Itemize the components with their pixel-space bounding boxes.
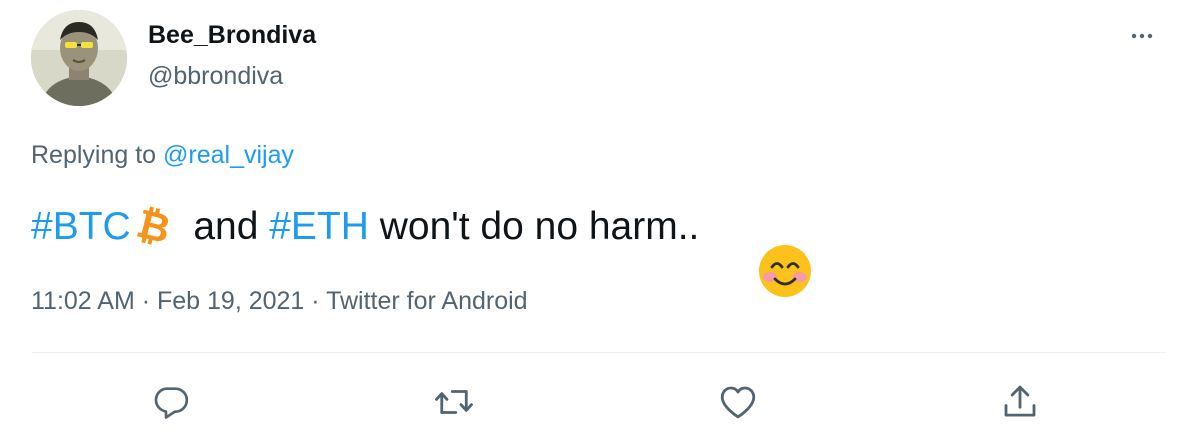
share-icon bbox=[1004, 385, 1036, 417]
tweet-text: #BTC ₿ and #ETH won't do no harm.. bbox=[31, 199, 811, 297]
hashtag-btc-link[interactable]: #BTC bbox=[31, 205, 131, 249]
tweet-source-link[interactable]: Twitter for Android bbox=[326, 287, 527, 315]
tweet-time[interactable]: 11:02 AM bbox=[31, 287, 135, 315]
reply-mention-link[interactable]: @real_vijay bbox=[163, 141, 294, 169]
tweet-text-mid: and bbox=[193, 205, 270, 248]
more-dots-icon bbox=[1131, 33, 1153, 39]
more-options-button[interactable] bbox=[1126, 22, 1158, 50]
avatar[interactable] bbox=[31, 10, 127, 106]
tweet-meta: 11:02 AM · Feb 19, 2021 · Twitter for An… bbox=[31, 287, 528, 316]
hashtag-eth-link[interactable]: #ETH bbox=[269, 205, 369, 249]
smiling-face-emoji-icon bbox=[713, 199, 811, 297]
replying-prefix: Replying to bbox=[31, 141, 164, 169]
heart-icon bbox=[720, 386, 756, 419]
meta-separator: · bbox=[134, 287, 157, 315]
display-name[interactable]: Bee_Brondiva bbox=[148, 21, 316, 50]
reply-bubble-icon bbox=[154, 387, 189, 419]
reply-button[interactable] bbox=[149, 380, 193, 424]
bitcoin-emoji-icon: ₿ bbox=[131, 201, 175, 252]
avatar-photo bbox=[31, 10, 127, 106]
replying-to: Replying to @real_vijay bbox=[31, 141, 294, 170]
like-button[interactable] bbox=[716, 380, 760, 424]
user-handle[interactable]: @bbrondiva bbox=[148, 62, 283, 91]
retweet-icon bbox=[435, 390, 473, 414]
meta-separator: · bbox=[304, 287, 327, 315]
share-button[interactable] bbox=[998, 380, 1042, 424]
tweet-text-end: won't do no harm.. bbox=[368, 205, 700, 248]
retweet-button[interactable] bbox=[432, 380, 476, 424]
divider bbox=[31, 352, 1166, 353]
tweet-date[interactable]: Feb 19, 2021 bbox=[157, 287, 304, 315]
